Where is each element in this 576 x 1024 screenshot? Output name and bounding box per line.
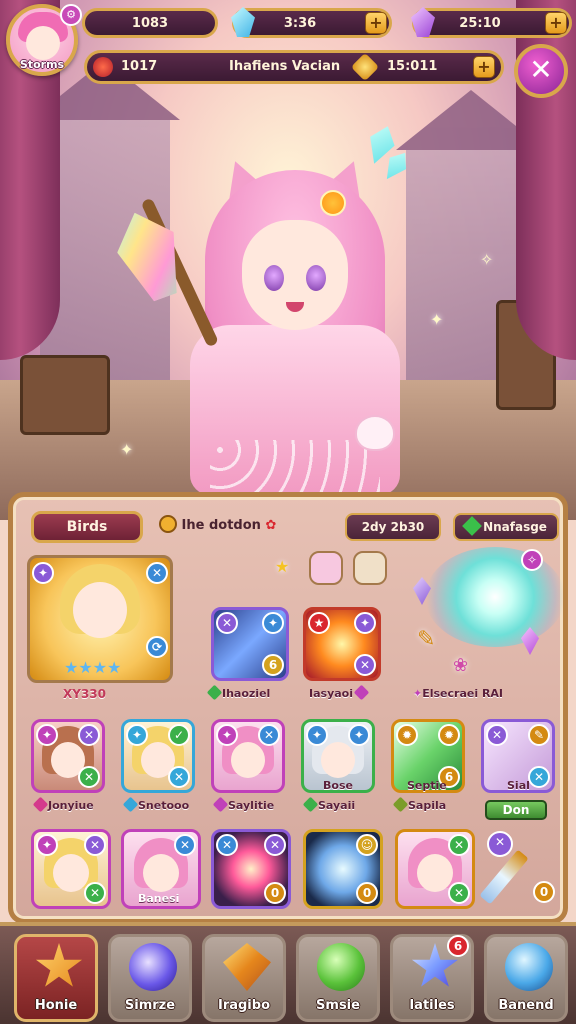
nav-summon[interactable]: Simrze [108,934,192,1022]
skill-icon: ⟳ [146,636,168,658]
hero-card-3-label: Saylitie [212,796,274,813]
heroine-character[interactable] [150,153,440,500]
sword-class-icon: ✕ [487,831,513,857]
resource-gold: 1083 [82,8,218,38]
sparkle-icon: ✧ [480,250,494,269]
hero-card-1-label: Jonyiue [32,796,94,813]
home-star-icon [35,943,83,987]
sparkle-icon: ✦ [120,440,134,459]
clock-icon [159,515,177,533]
hero-card-4-top-label: Bose [323,779,353,792]
nav-world[interactable]: Banend [484,934,568,1022]
ribbon-icon: ❀ [453,655,469,676]
nav-quests[interactable]: Iatiles 6 [390,934,474,1022]
tab-birds[interactable]: Birds [31,511,143,543]
hero-card-9[interactable]: ✕ ✕ [395,829,475,909]
heroine-dress [190,325,400,495]
close-button[interactable]: ✕ [514,44,568,98]
quest-left-value: 1017 [121,59,158,74]
hero-card-2-label: Snetooo [122,796,189,813]
collection-panel: Birds Ihe dotdon ✿ 2dy 2b30 Nnafasge ✦ ✕… [8,492,568,924]
mini-portrait[interactable] [353,551,387,585]
featured-label: XY330 [63,687,106,701]
settings-gear-icon[interactable]: ⚙ [60,4,82,26]
panel-info: Ihe dotdon ✿ [159,515,276,533]
bottom-nav: Honie Simrze Iragibo Smsie Iatiles 6 Ban… [0,922,576,1024]
level-counter: 0 [356,882,378,904]
gold-star-icon: ★ [275,557,290,576]
red-flower-icon: ✿ [265,518,277,533]
skill-card-burst[interactable]: ★ ✦ ✕ [303,607,381,681]
green-gem-icon [462,516,482,536]
close-icon: ✕ [529,53,553,86]
quest-add-button[interactable]: + [473,56,495,78]
hero-card-5-top-label: Septie [407,779,447,792]
quest-title: Ihafiens Vacian [229,59,341,74]
skill2-label: Iasyaoi [309,684,370,701]
portal-top-icon: ✧ [521,549,543,571]
quest-bar[interactable]: 1017 Ihafiens Vacian 15:011 + [84,50,504,84]
hero-card-5-label: Sapila [392,796,446,813]
green-orb-icon [317,943,365,991]
level-counter: 0 [533,881,555,903]
gold-coin-icon [350,52,380,82]
amber-gem-icon [223,943,271,991]
hero-card-8[interactable]: ✕ Banesi [121,829,201,909]
portal-label: ✦Elsecraei RAI [413,687,504,700]
crystal-sword-icon [479,849,529,905]
add-crystal-button[interactable]: + [365,12,387,34]
skill1-label: Ihaoziel [206,684,270,701]
don-button[interactable]: Don [485,800,547,820]
mini-portrait[interactable] [309,551,343,585]
resource-gem: 25:10 + [411,7,572,38]
hero-card-3[interactable]: ✦ ✕ [211,719,285,793]
skill-card-fire-orb[interactable]: ✕ ✕ 0 [211,829,291,909]
blue-globe-icon [505,943,553,991]
gold-value: 1083 [131,15,169,31]
player-name: Storms [19,58,65,71]
hero-card-4-label: Sayaii [302,796,355,813]
quest-right-value: 15:011 [387,59,438,74]
panel-timer: 2dy 2b30 [345,513,441,541]
panel-info-text: Ihe dotdon [181,518,261,533]
add-gem-button[interactable]: + [545,12,567,34]
red-gem-icon [93,57,113,77]
swirl-orb-icon [129,943,177,991]
featured-hero-card[interactable]: ✦ ✕ ⟳ ★★★★ [27,555,173,683]
hero-card-1[interactable]: ✦ ✕ ✕ [31,719,105,793]
resource-crystal: 3:36 + [231,7,392,38]
skill-card-ice-crystal[interactable]: ☺ 0 [303,829,383,909]
rating-stars: ★★★★ [64,658,122,677]
wand-icon: ✎ [417,627,436,652]
treasure-crate [20,355,110,435]
hair-flower-icon [320,190,346,216]
hero-card-2[interactable]: ✦ ✓ ✕ [121,719,195,793]
hero-card-6-label: Sial [507,779,530,792]
nav-magic[interactable]: Iragibo [202,934,286,1022]
notification-badge: 6 [447,935,469,957]
panel-nav-button[interactable]: Nnafasge [453,513,559,541]
hero-card-8-label: Banesi [138,892,180,905]
level-counter: 0 [264,882,286,904]
cat-familiar-icon [355,415,395,451]
hero-card-7[interactable]: ✦ ✕ ✕ [31,829,111,909]
summon-portal[interactable] [425,547,565,647]
nav-shop[interactable]: Smsie [296,934,380,1022]
heroine-face [242,220,348,330]
class-icon: ✕ [146,562,168,584]
skill-card-lightning[interactable]: ✕ ✦ 6 [211,607,289,681]
nav-home[interactable]: Honie [14,934,98,1022]
element-icon: ✦ [32,562,54,584]
